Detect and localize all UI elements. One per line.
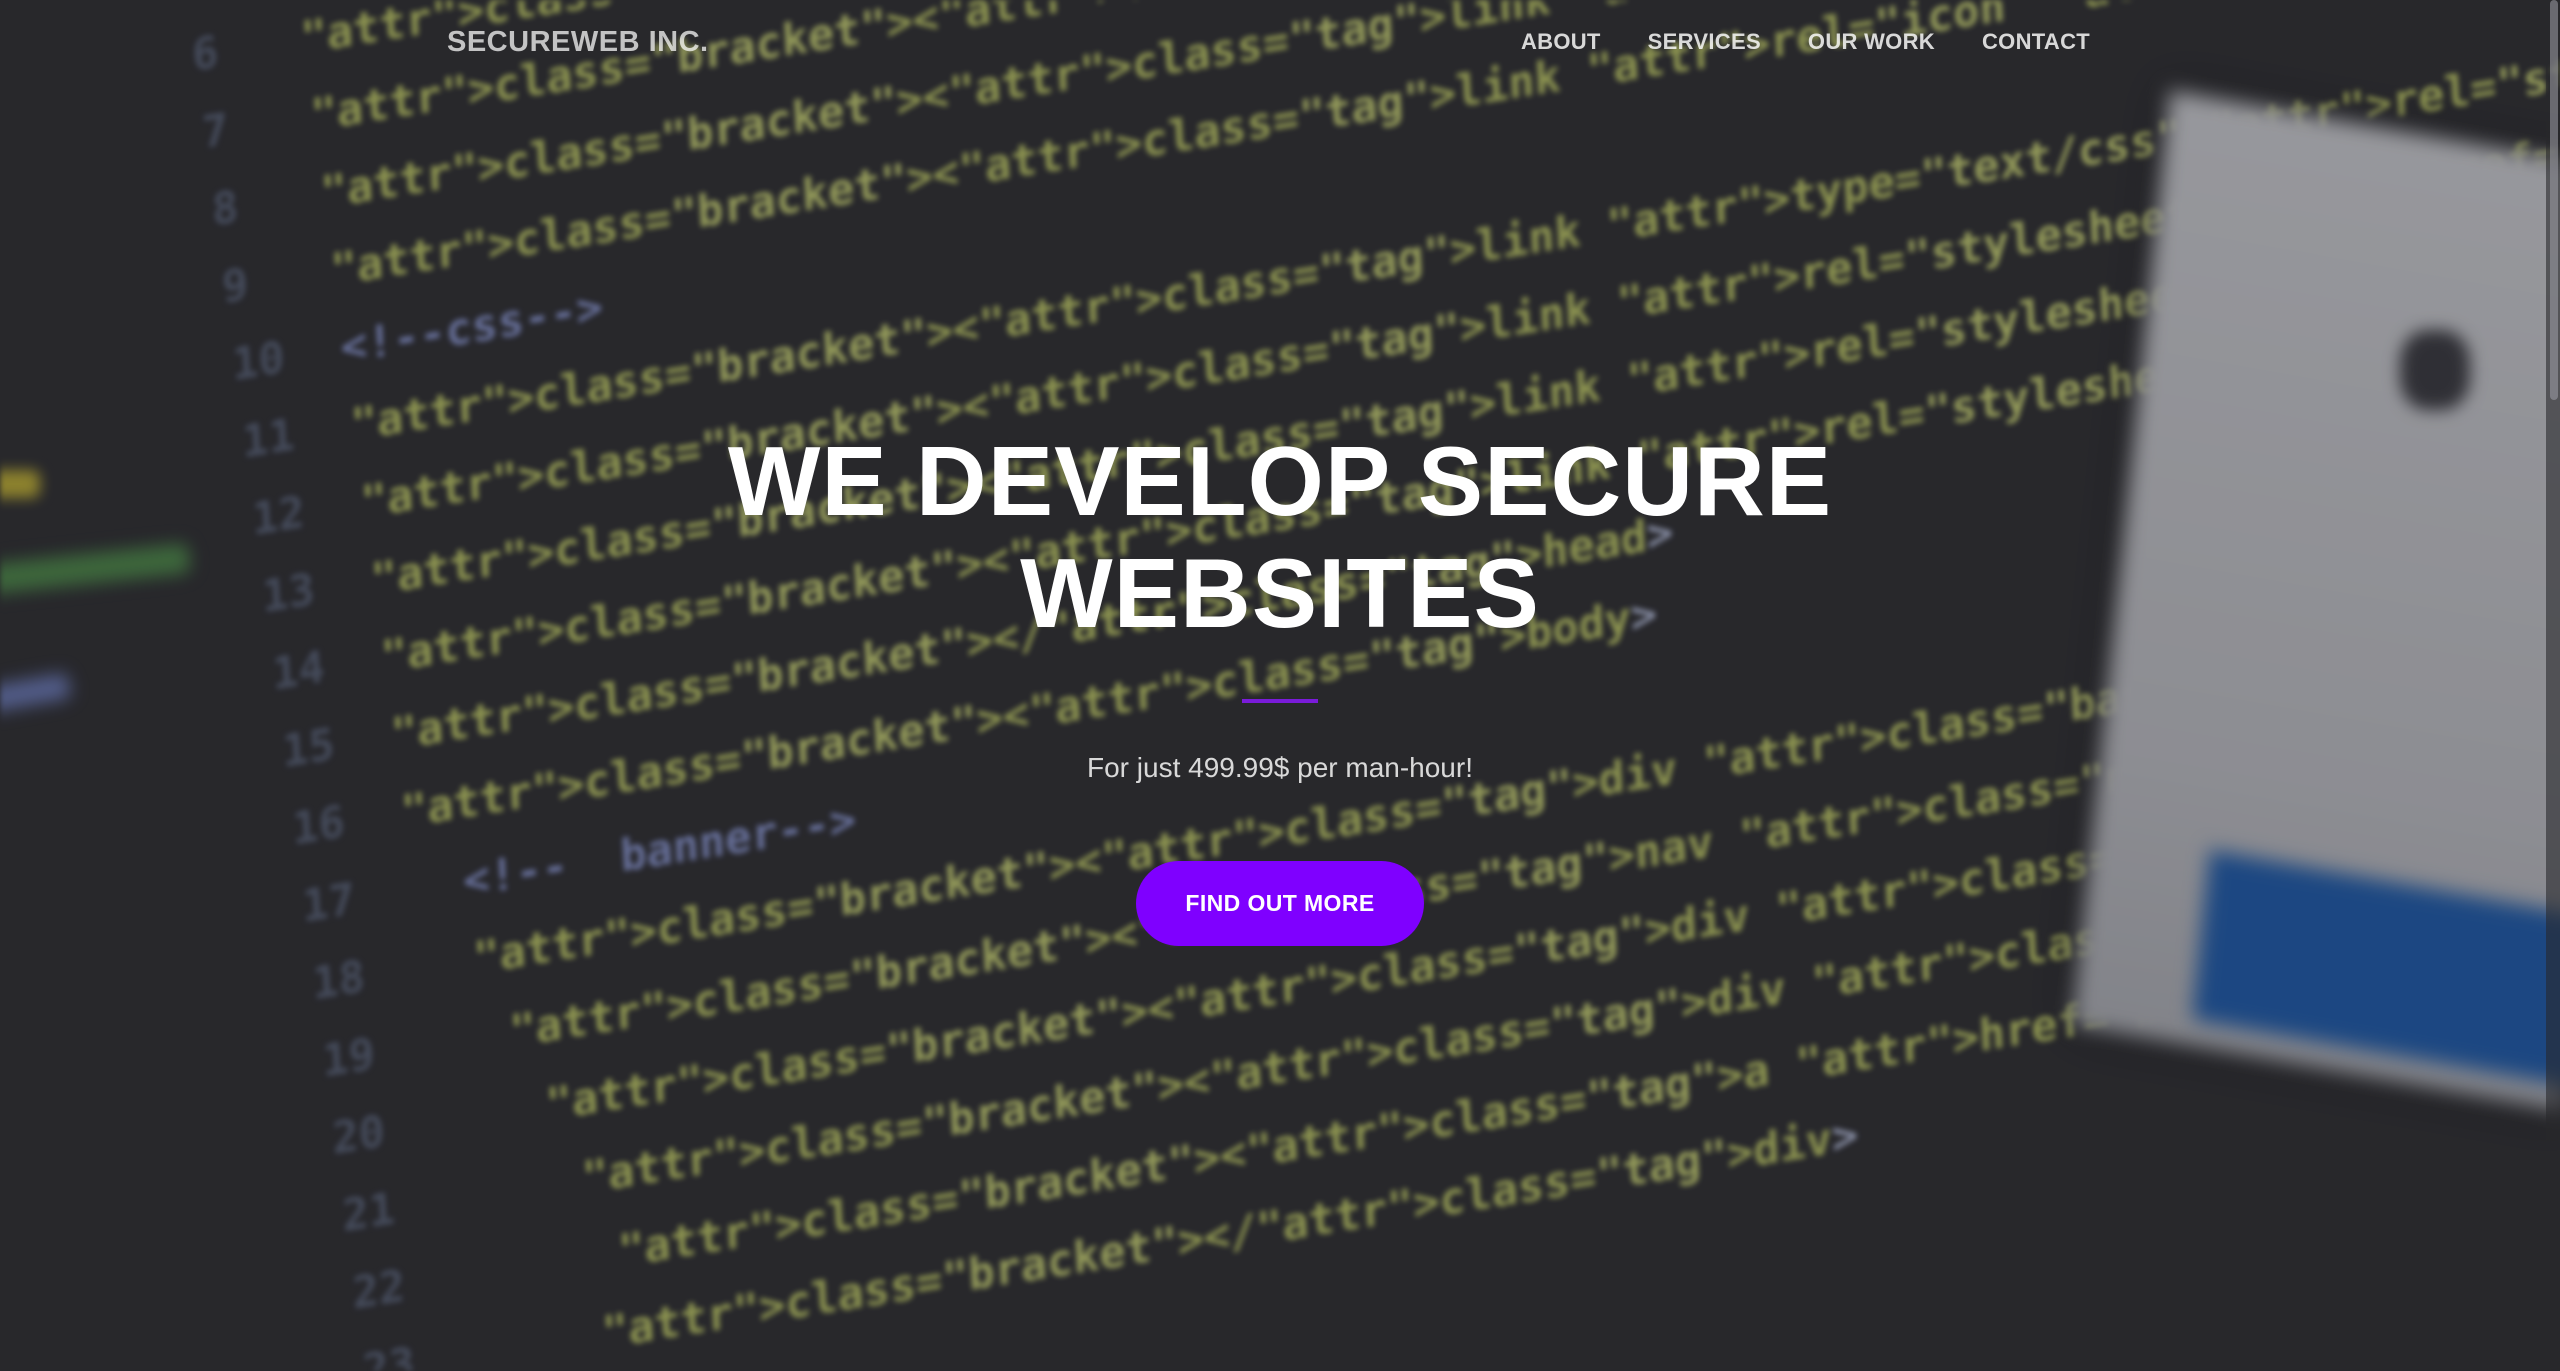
scrollbar-thumb[interactable] [2550, 0, 2558, 400]
hero-divider [1242, 699, 1318, 703]
hero-section: WE DEVELOP SECURE WEBSITES For just 499.… [0, 0, 2560, 1371]
hero-title: WE DEVELOP SECURE WEBSITES [0, 425, 2560, 649]
hero-title-line-2: WEBSITES [1020, 538, 1540, 648]
find-out-more-button[interactable]: FIND OUT MORE [1136, 861, 1424, 946]
hero-title-line-1: WE DEVELOP SECURE [727, 426, 1833, 536]
hero-subtitle: For just 499.99$ per man-hour! [1087, 752, 1473, 783]
page-scrollbar[interactable] [2546, 0, 2560, 1371]
page: 5<!--meta-->6"attr">class="bracket"><"at… [0, 0, 2560, 1371]
